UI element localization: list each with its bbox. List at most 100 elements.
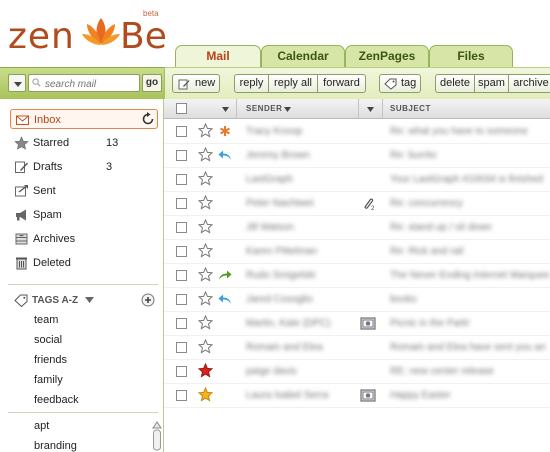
message-sender: Laura Isabel Serra: [246, 390, 329, 401]
message-checkbox[interactable]: [176, 366, 187, 377]
search-go-button[interactable]: go: [142, 74, 162, 92]
message-row[interactable]: Romain and Elea Romain and Elea have sent…: [164, 336, 550, 360]
tag-button[interactable]: tag: [379, 74, 421, 93]
spam-button[interactable]: spam: [474, 74, 509, 93]
sidebar-item-label: Spam: [33, 209, 62, 221]
select-menu-chevron-icon[interactable]: [222, 107, 229, 112]
message-checkbox[interactable]: [176, 126, 187, 137]
star-icon: [14, 136, 29, 150]
message-row[interactable]: paige davis RE: new center release: [164, 360, 550, 384]
message-checkbox[interactable]: [176, 150, 187, 161]
search-input[interactable]: [28, 74, 140, 92]
column-separator: [358, 99, 359, 119]
new-button[interactable]: new: [172, 74, 220, 93]
attachment-column-chevron-icon[interactable]: [367, 107, 374, 112]
add-tag-icon[interactable]: [141, 293, 155, 307]
tag-list-scrollbar[interactable]: [152, 421, 162, 451]
tag-item-friends[interactable]: friends: [34, 354, 67, 366]
star-icon[interactable]: [198, 339, 213, 354]
message-checkbox[interactable]: [176, 390, 187, 401]
star-icon[interactable]: [198, 243, 213, 258]
tag-item-branding[interactable]: branding: [34, 440, 77, 452]
message-row[interactable]: Jared Cosoglio books: [164, 288, 550, 312]
sidebar-item-label: Archives: [33, 233, 76, 245]
message-row[interactable]: Karen Pittelman Re: Rick and rail: [164, 240, 550, 264]
message-checkbox[interactable]: [176, 222, 187, 233]
message-row[interactable]: Laura Isabel Serra Happy Easter: [164, 384, 550, 408]
message-subject: Your LastGraph #10034 is finished: [390, 174, 544, 185]
message-subject: Picnic in the Park!: [390, 318, 471, 329]
search-options-dropdown[interactable]: [8, 74, 26, 92]
message-checkbox[interactable]: [176, 270, 187, 281]
sidebar-item-label: Drafts: [33, 161, 63, 173]
star-icon[interactable]: [198, 315, 213, 330]
message-sender: Tracy Knoop: [246, 126, 303, 137]
star-icon[interactable]: [198, 291, 213, 306]
message-row[interactable]: Martin, Kate (DPC) Picnic in the Park!: [164, 312, 550, 336]
sidebar-item-archives[interactable]: Archives: [10, 229, 158, 249]
star-icon[interactable]: [198, 195, 213, 210]
tags-title: TAGS A-Z: [32, 295, 79, 306]
message-sender: Jill Watson: [246, 222, 294, 233]
chevron-down-icon[interactable]: [85, 297, 94, 303]
tab-mail[interactable]: Mail: [175, 45, 261, 69]
star-icon[interactable]: [198, 123, 213, 138]
message-sender: Rudo Smigelski: [246, 270, 316, 281]
message-subject: books: [390, 294, 417, 305]
forward-button[interactable]: forward: [317, 74, 366, 93]
sidebar-item-spam[interactable]: Spam: [10, 205, 158, 225]
message-checkbox[interactable]: [176, 174, 187, 185]
reply-button[interactable]: reply: [234, 74, 269, 93]
message-row[interactable]: Tracy Knoop Re: what you have to someone: [164, 120, 550, 144]
message-subject: Re: concurrency: [390, 198, 463, 209]
sidebar-item-starred[interactable]: Starred 13: [10, 133, 158, 153]
tag-item-family[interactable]: family: [34, 374, 63, 386]
subject-column-header[interactable]: SUBJECT: [390, 104, 431, 113]
message-checkbox[interactable]: [176, 342, 187, 353]
message-checkbox[interactable]: [176, 318, 187, 329]
svg-text:2: 2: [371, 206, 375, 211]
sidebar-item-label: Deleted: [33, 257, 71, 269]
sidebar-item-sent[interactable]: Sent: [10, 181, 158, 201]
star-icon[interactable]: [198, 147, 213, 162]
tab-files[interactable]: Files: [429, 45, 513, 67]
message-list-header: SENDER SUBJECT: [164, 99, 550, 119]
star-icon[interactable]: [198, 219, 213, 234]
reply-all-button[interactable]: reply all: [268, 74, 318, 93]
beta-badge: beta: [143, 9, 159, 18]
message-row[interactable]: Jeremy Brown Re: burrito: [164, 144, 550, 168]
star-icon[interactable]: [198, 267, 213, 282]
message-row[interactable]: Peter Nachtwei 2 Re: concurrency: [164, 192, 550, 216]
sender-column-header[interactable]: SENDER: [246, 104, 282, 113]
star-icon[interactable]: [198, 171, 213, 186]
photo-icon: [360, 317, 376, 330]
message-subject: Re: what you have to someone: [390, 126, 528, 137]
search-icon: [32, 78, 41, 87]
message-checkbox[interactable]: [176, 246, 187, 257]
select-all-checkbox[interactable]: [176, 103, 187, 114]
delete-button[interactable]: delete: [435, 74, 475, 93]
sort-chevron-icon[interactable]: [284, 107, 291, 112]
message-row[interactable]: Rudo Smigelski The Never Ending Internet …: [164, 264, 550, 288]
tag-item-team[interactable]: team: [34, 314, 58, 326]
message-checkbox[interactable]: [176, 294, 187, 305]
message-sender: Jared Cosoglio: [246, 294, 313, 305]
refresh-icon[interactable]: [141, 112, 155, 126]
message-row[interactable]: Jill Watson Re: stand up / sit down: [164, 216, 550, 240]
envelope-icon: [16, 115, 29, 125]
sidebar-item-inbox[interactable]: Inbox: [10, 109, 158, 129]
tab-calendar[interactable]: Calendar: [261, 45, 345, 67]
star-icon[interactable]: [198, 363, 213, 378]
sidebar-item-deleted[interactable]: Deleted: [10, 253, 158, 273]
tag-item-feedback[interactable]: feedback: [34, 394, 79, 406]
tab-zenpages[interactable]: ZenPages: [345, 45, 429, 67]
tag-button-label: tag: [401, 77, 417, 89]
message-checkbox[interactable]: [176, 198, 187, 209]
message-subject: Re: burrito: [390, 150, 437, 161]
tag-item-apt[interactable]: apt: [34, 420, 49, 432]
message-row[interactable]: LastGraph Your LastGraph #10034 is finish…: [164, 168, 550, 192]
star-icon[interactable]: [198, 387, 213, 402]
sidebar-item-drafts[interactable]: Drafts 3: [10, 157, 158, 177]
archive-button[interactable]: archive: [508, 74, 550, 93]
tag-item-social[interactable]: social: [34, 334, 62, 346]
